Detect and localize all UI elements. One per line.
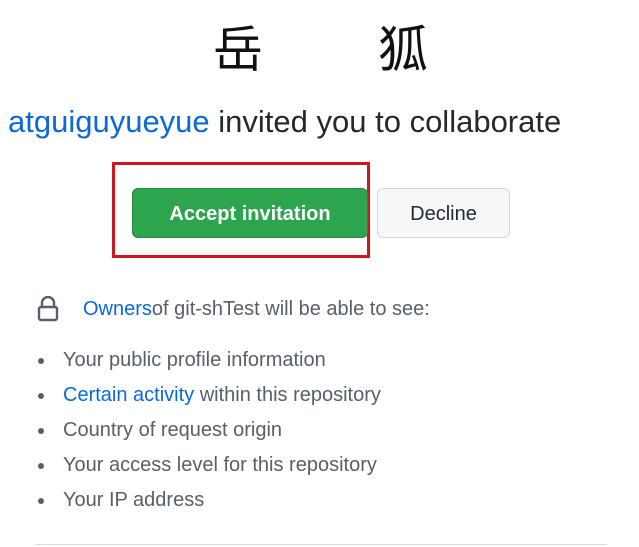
invitation-page: 岳 狐 atguiguyueyue invited you to collabo… [0,0,639,547]
divider [35,544,607,545]
bullet-icon [38,393,44,399]
owners-visibility-note: Owners of git-shTest will be able to see… [37,296,430,322]
list-item: Country of request origin [35,413,381,448]
list-item: Certain activity within this repository [35,378,381,413]
avatar-char-1: 岳 [213,21,263,79]
list-item-text: Country of request origin [63,419,283,441]
list-item: Your public profile information [35,343,381,378]
decline-button[interactable]: Decline [377,188,510,238]
accept-invitation-button[interactable]: Accept invitation [132,188,368,238]
avatar-char-2: 狐 [378,21,428,79]
invitation-message: invited you to collaborate [209,104,562,139]
owners-text: of git-shTest will be able to see: [151,297,430,320]
inviter-username-link[interactable]: atguiguyueyue [8,104,210,139]
bullet-icon [38,498,44,504]
certain-activity-link[interactable]: Certain activity [63,384,194,406]
list-item: Your access level for this repository [35,448,381,483]
list-item-text: Your IP address [63,489,205,511]
permission-list: Your public profile information Certain … [35,343,381,518]
invitation-headline: atguiguyueyue invited you to collaborate [8,104,561,140]
list-item: Your IP address [35,483,381,518]
owners-link[interactable]: Owners [83,298,152,321]
list-item-text: Your public profile information [63,349,326,371]
bullet-icon [38,463,44,469]
avatar: 岳 狐 [0,6,639,79]
list-item-text: within this repository [194,384,381,406]
list-item-text: Your access level for this repository [63,454,377,476]
lock-icon [37,296,59,322]
bullet-icon [38,428,44,434]
bullet-icon [38,358,44,364]
